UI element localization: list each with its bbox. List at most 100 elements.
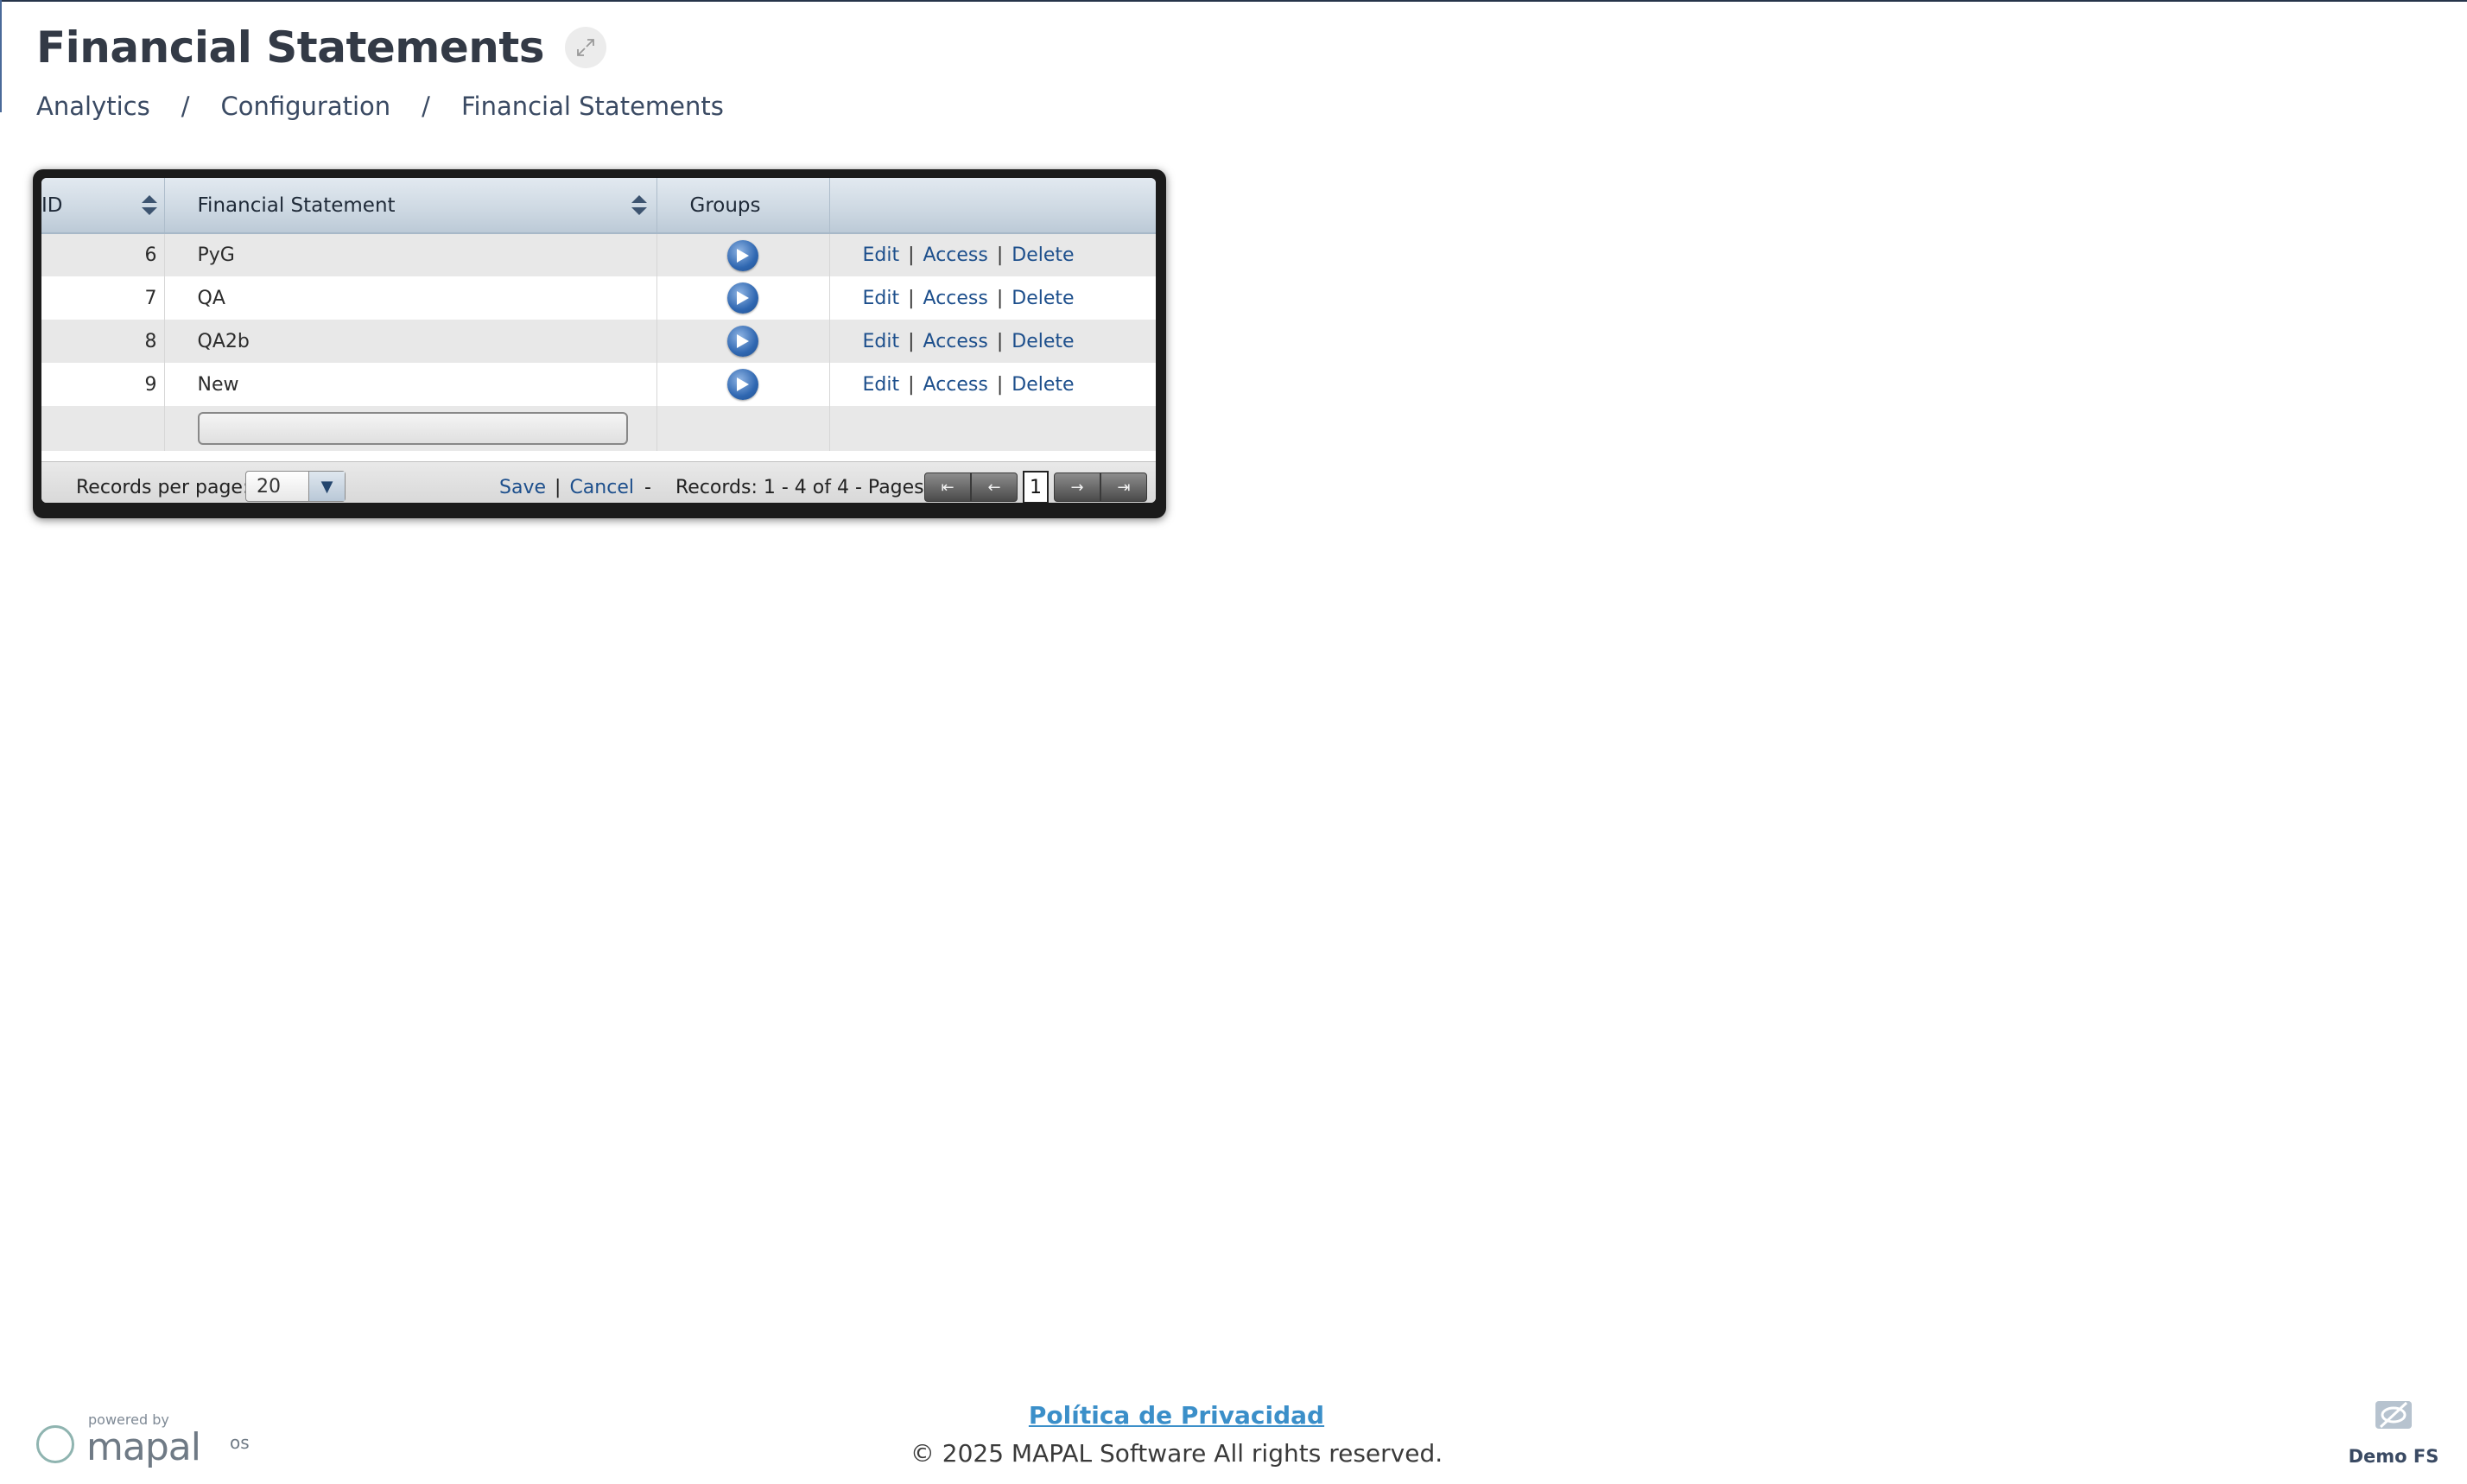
new-row-name-cell	[163, 406, 656, 451]
action-separator: |	[996, 373, 1004, 396]
dropdown-arrow-icon[interactable]: ▼	[308, 472, 345, 501]
sort-icon[interactable]	[631, 195, 647, 218]
left-accent	[0, 0, 2, 112]
new-financial-statement-input[interactable]	[197, 412, 628, 445]
next-page-icon: →	[1070, 478, 1084, 497]
column-header-financial-statement[interactable]: Financial Statement	[163, 178, 656, 234]
new-row-groups	[656, 406, 829, 451]
grid-footer: Records per page: 20 ▼ Save | Cancel - Rec…	[41, 461, 1156, 503]
records-summary: Records: 1 - 4 of 4 - Pages:	[675, 477, 931, 498]
action-separator: |	[908, 373, 915, 396]
table-row[interactable]: 8 QA2b Edit | Access | Delete	[41, 320, 1156, 363]
row-financial-statement: PyG	[163, 233, 656, 276]
copyright-text: © 2025 MAPAL Software All rights reserve…	[910, 1439, 1443, 1468]
groups-arrow-icon[interactable]	[727, 239, 758, 271]
top-border	[0, 0, 2467, 2]
previous-page-button[interactable]: ←	[971, 472, 1018, 502]
row-financial-statement: QA	[163, 276, 656, 320]
delete-link[interactable]: Delete	[1012, 331, 1074, 352]
first-page-icon: ⇤	[941, 478, 954, 497]
expand-icon	[577, 39, 594, 56]
first-page-button[interactable]: ⇤	[924, 472, 971, 502]
access-link[interactable]: Access	[923, 331, 988, 352]
row-actions: Edit | Access | Delete	[828, 233, 1156, 276]
page-title: Financial Statements	[36, 22, 545, 73]
action-separator: |	[908, 287, 915, 309]
delete-link[interactable]: Delete	[1012, 288, 1074, 309]
action-separator: |	[908, 330, 915, 352]
breadcrumb-separator: /	[181, 92, 190, 121]
access-link[interactable]: Access	[923, 288, 988, 309]
row-actions: Edit | Access | Delete	[828, 276, 1156, 320]
new-record-row	[41, 406, 1156, 451]
row-groups	[656, 320, 829, 363]
column-header-id-label: ID	[41, 193, 63, 217]
row-groups	[656, 363, 829, 406]
privacy-policy-link[interactable]: Política de Privacidad	[1029, 1401, 1324, 1430]
row-actions: Edit | Access | Delete	[828, 363, 1156, 406]
table-row[interactable]: 6 PyG Edit | Access | Delete	[41, 233, 1156, 276]
save-cancel-links: Save | Cancel	[499, 477, 634, 498]
row-id: 8	[41, 320, 164, 363]
save-link[interactable]: Save	[499, 477, 546, 498]
delete-link[interactable]: Delete	[1012, 244, 1074, 266]
column-header-id[interactable]: ID	[41, 178, 164, 234]
row-actions: Edit | Access | Delete	[828, 320, 1156, 363]
expand-button[interactable]	[565, 27, 607, 68]
action-separator: |	[996, 287, 1004, 309]
powered-by-logo: powered by mapal os	[36, 1411, 261, 1469]
footer-separator: |	[555, 477, 561, 498]
last-page-icon: ⇥	[1117, 478, 1131, 497]
edit-link[interactable]: Edit	[863, 331, 900, 352]
row-financial-statement: QA2b	[163, 320, 656, 363]
sort-icon[interactable]	[142, 195, 157, 218]
grid-frame: ID Financial Statement Groups 6 PyG Edit…	[33, 169, 1166, 518]
access-link[interactable]: Access	[923, 244, 988, 266]
row-financial-statement: New	[163, 363, 656, 406]
previous-page-icon: ←	[987, 478, 1001, 497]
new-row-actions	[828, 406, 1156, 451]
eye-off-icon	[2375, 1401, 2412, 1429]
breadcrumb-analytics[interactable]: Analytics	[36, 92, 150, 121]
current-page-box[interactable]: 1	[1023, 471, 1049, 503]
records-per-page-value: 20	[257, 475, 281, 498]
action-separator: |	[908, 244, 915, 266]
next-page-button[interactable]: →	[1054, 472, 1100, 502]
last-page-button[interactable]: ⇥	[1100, 472, 1147, 502]
new-row-id	[41, 406, 164, 451]
row-id: 6	[41, 233, 164, 276]
breadcrumb-separator: /	[422, 92, 430, 121]
records-per-page-select[interactable]: 20 ▼	[245, 471, 346, 502]
column-header-groups-label: Groups	[689, 193, 761, 217]
table-header-row: ID Financial Statement Groups	[41, 178, 1156, 234]
row-id: 7	[41, 276, 164, 320]
cancel-link[interactable]: Cancel	[569, 477, 634, 498]
table-row[interactable]: 7 QA Edit | Access | Delete	[41, 276, 1156, 320]
brand-name: mapal	[86, 1425, 201, 1469]
financial-statements-table: ID Financial Statement Groups 6 PyG Edit…	[41, 178, 1156, 451]
table-row[interactable]: 9 New Edit | Access | Delete	[41, 363, 1156, 406]
brand-suffix: os	[230, 1432, 250, 1453]
title-row: Financial Statements	[36, 22, 607, 73]
groups-arrow-icon[interactable]	[727, 369, 758, 400]
footer-dash: -	[644, 477, 651, 498]
privacy-policy: Política de Privacidad	[0, 1401, 2353, 1430]
action-separator: |	[996, 244, 1004, 266]
breadcrumb-configuration[interactable]: Configuration	[220, 92, 390, 121]
groups-arrow-icon[interactable]	[727, 282, 758, 314]
breadcrumb-financial-statements[interactable]: Financial Statements	[461, 92, 724, 121]
column-header-groups: Groups	[656, 178, 829, 234]
edit-link[interactable]: Edit	[863, 374, 900, 396]
delete-link[interactable]: Delete	[1012, 374, 1074, 396]
row-groups	[656, 233, 829, 276]
row-groups	[656, 276, 829, 320]
demo-label: Demo FS	[2348, 1446, 2439, 1467]
pagination: ⇤ ← 1 → ⇥	[924, 471, 1147, 503]
access-link[interactable]: Access	[923, 374, 988, 396]
column-header-actions	[828, 178, 1156, 234]
column-header-financial-statement-label: Financial Statement	[197, 193, 396, 217]
demo-environment-badge[interactable]: Demo FS	[2346, 1398, 2441, 1467]
edit-link[interactable]: Edit	[863, 244, 900, 266]
edit-link[interactable]: Edit	[863, 288, 900, 309]
groups-arrow-icon[interactable]	[727, 326, 758, 357]
